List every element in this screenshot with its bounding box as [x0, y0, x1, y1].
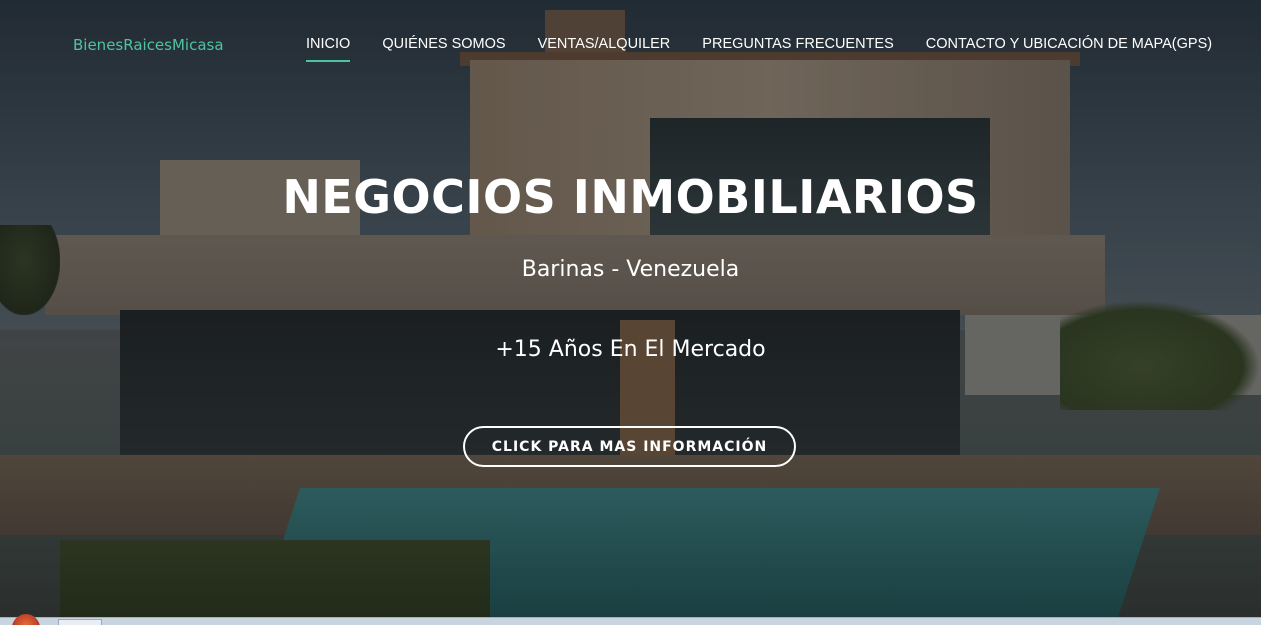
hero-overlay	[0, 0, 1261, 625]
hero-section: BienesRaicesMicasa INICIO QUIÉNES SOMOS …	[0, 0, 1261, 625]
more-info-button[interactable]: CLICK PARA MAS INFORMACIÓN	[463, 426, 796, 467]
taskbar-button[interactable]	[58, 619, 102, 625]
hero-tagline: +15 Años En El Mercado	[495, 337, 766, 362]
hero-title: NEGOCIOS INMOBILIARIOS	[282, 170, 979, 224]
brand-logo-text[interactable]: BienesRaicesMicasa	[73, 36, 224, 54]
nav-menu: INICIO QUIÉNES SOMOS VENTAS/ALQUILER PRE…	[306, 36, 1244, 62]
nav-item-contacto[interactable]: CONTACTO Y UBICACIÓN DE MAPA(GPS)	[926, 36, 1212, 62]
nav-item-inicio[interactable]: INICIO	[306, 36, 351, 62]
taskbar	[0, 617, 1261, 625]
navbar: BienesRaicesMicasa INICIO QUIÉNES SOMOS …	[0, 0, 1261, 90]
nav-item-ventas-alquiler[interactable]: VENTAS/ALQUILER	[538, 36, 671, 62]
hero-location: Barinas - Venezuela	[521, 257, 740, 282]
nav-item-preguntas-frecuentes[interactable]: PREGUNTAS FRECUENTES	[702, 36, 893, 62]
nav-item-quienes-somos[interactable]: QUIÉNES SOMOS	[382, 36, 505, 62]
